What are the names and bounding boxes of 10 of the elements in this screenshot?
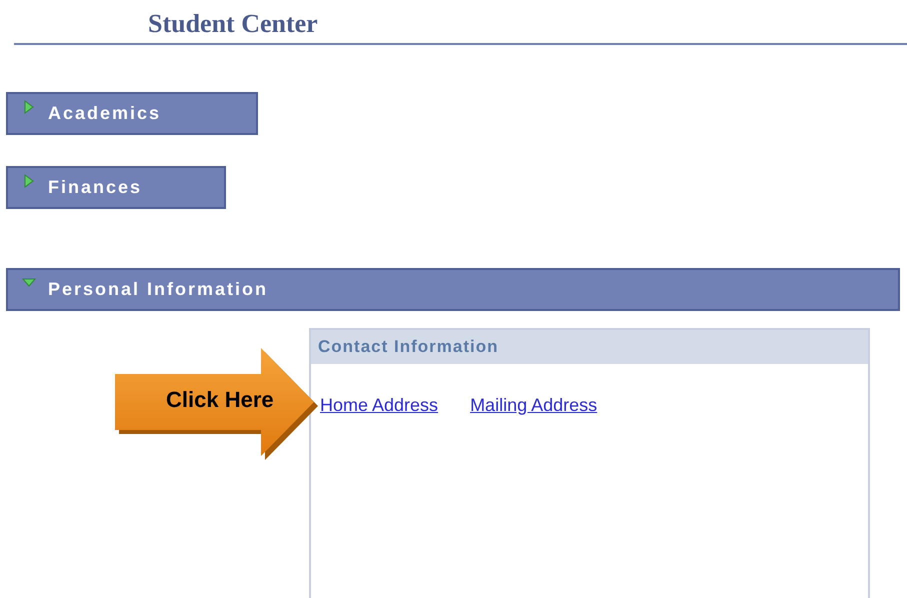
address-link[interactable]: Home Address — [320, 392, 438, 419]
triangle-right-icon — [22, 174, 36, 188]
section-header[interactable]: Academics — [6, 92, 258, 135]
page-title: Student Center — [148, 11, 318, 37]
section-header[interactable]: Personal Information — [6, 268, 900, 311]
panel-title: Contact Information — [318, 336, 498, 358]
callout-label: Click Here — [166, 389, 274, 411]
section-header[interactable]: Finances — [6, 166, 226, 209]
address-link[interactable]: Mailing Address — [470, 392, 598, 419]
triangle-right-icon — [22, 100, 36, 114]
